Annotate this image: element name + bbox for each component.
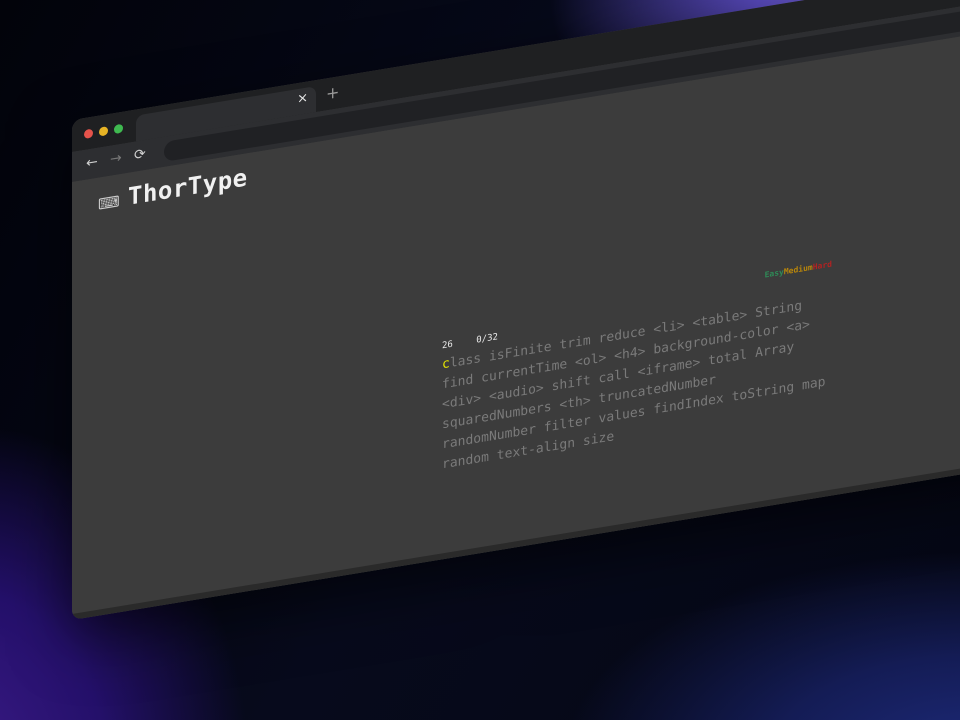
back-icon[interactable]: ← [86,154,98,172]
close-tab-icon[interactable]: × [297,90,308,107]
word-progress: 0/32 [476,332,498,346]
difficulty-selector: EasyMediumHard [765,260,832,280]
reload-icon[interactable]: ⟳ [134,146,146,164]
typing-area[interactable]: EasyMediumHard 26 0/32 class isFinite tr… [442,260,842,476]
forward-icon[interactable]: → [110,150,122,168]
difficulty-medium[interactable]: Medium [784,263,813,277]
app-title: ThorType [128,163,248,211]
remaining-text: lass isFinite trim reduce <li> <table> S… [442,298,826,473]
typed-text: c [442,356,450,373]
difficulty-hard[interactable]: Hard [813,260,832,272]
maximize-window-button[interactable] [114,123,123,135]
close-window-button[interactable] [84,128,93,140]
minimize-window-button[interactable] [99,126,108,137]
new-tab-icon[interactable]: + [326,82,339,103]
difficulty-easy[interactable]: Easy [765,267,784,279]
wpm-counter: 26 [442,339,453,352]
window-controls [84,123,123,140]
typewriter-icon: ⌨ [98,192,120,214]
